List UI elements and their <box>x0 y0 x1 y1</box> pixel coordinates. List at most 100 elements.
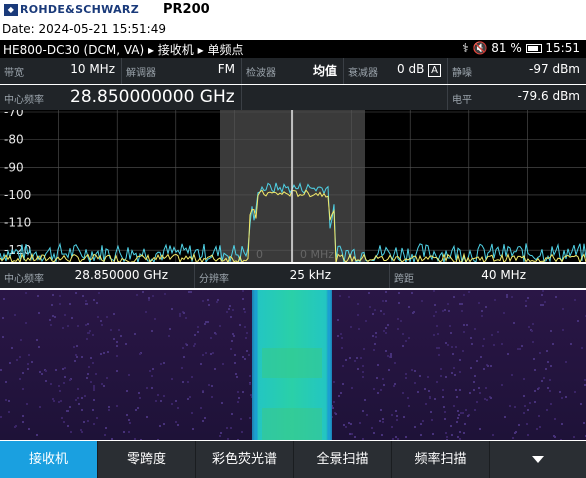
tab-receiver[interactable]: 接收机 <box>0 441 98 478</box>
waterfall-pixel <box>479 428 481 430</box>
waterfall-pixel <box>86 303 88 305</box>
waterfall-pixel <box>412 312 414 314</box>
center-freq-value: 28.850000000 GHz <box>70 87 235 107</box>
waterfall-pixel <box>101 324 103 326</box>
info-rbw-cell[interactable]: 分辨率 25 kHz <box>195 264 390 288</box>
waterfall-pixel <box>448 310 450 312</box>
waterfall-pixel <box>63 421 65 423</box>
waterfall-pixel <box>231 340 233 342</box>
more-button[interactable] <box>490 441 586 478</box>
info-center-cell[interactable]: 中心频率 28.850000 GHz <box>0 264 195 288</box>
breadcrumb[interactable]: HE800-DC30 (DCM, VA) ▸ 接收机 ▸ 单频点 <box>3 41 243 58</box>
waterfall-pixel <box>232 333 234 335</box>
waterfall-pixel <box>87 323 89 325</box>
waterfall-pixel <box>396 419 398 421</box>
waterfall-pixel <box>547 361 549 363</box>
waterfall-pixel <box>92 362 94 364</box>
waterfall-pixel <box>22 372 24 374</box>
waterfall-pixel <box>205 321 207 323</box>
waterfall-pixel <box>371 427 373 429</box>
center-freq-cell[interactable]: 中心频率 28.850000000 GHz <box>0 85 242 110</box>
waterfall-pixel <box>238 397 240 399</box>
info-span-cell[interactable]: 跨距 40 MHz <box>390 264 586 288</box>
waterfall-pixel <box>250 394 252 396</box>
waterfall-pixel <box>239 324 241 326</box>
waterfall-pixel <box>533 358 535 360</box>
waterfall-pixel <box>414 382 416 384</box>
spectrum-display[interactable]: -70 -80 -90 -100 -110 -120 0 MHz 0 <box>0 105 586 265</box>
waterfall-pixel <box>395 410 397 412</box>
atten-cell[interactable]: 衰减器 0 dB A <box>344 58 448 84</box>
waterfall-pixel <box>118 329 120 331</box>
waterfall-pixel <box>108 409 110 411</box>
waterfall-pixel <box>232 309 234 311</box>
waterfall-pixel <box>492 434 494 436</box>
waterfall-pixel <box>454 374 456 376</box>
waterfall-pixel <box>374 309 376 311</box>
tab-persistence[interactable]: 彩色荧光谱 <box>196 441 294 478</box>
waterfall-pixel <box>5 399 7 401</box>
waterfall-pixel <box>210 353 212 355</box>
detector-cell[interactable]: 检波器 均值 <box>242 58 344 84</box>
waterfall-pixel <box>246 332 248 334</box>
bandwidth-cell[interactable]: 带宽 10 MHz <box>0 58 122 84</box>
atten-label: 衰减器 <box>348 68 378 79</box>
squelch-cell[interactable]: 静噪 -97 dBm <box>448 58 586 84</box>
waterfall-pixel <box>60 400 62 402</box>
waterfall-pixel <box>430 411 432 413</box>
waterfall-pixel <box>411 369 413 371</box>
waterfall-pixel <box>385 332 387 334</box>
waterfall-pixel <box>443 406 445 408</box>
battery-icon <box>525 44 542 53</box>
waterfall-display[interactable] <box>0 290 586 441</box>
waterfall-pixel <box>565 396 567 398</box>
waterfall-pixel <box>450 332 452 334</box>
waterfall-pixel <box>219 325 221 327</box>
waterfall-pixel <box>194 334 196 336</box>
tab-zero-span[interactable]: 零跨度 <box>98 441 196 478</box>
waterfall-pixel <box>50 383 52 385</box>
waterfall-pixel <box>473 389 475 391</box>
demod-cell[interactable]: 解调器 FM <box>122 58 242 84</box>
waterfall-pixel <box>82 295 84 297</box>
waterfall-pixel <box>541 380 543 382</box>
tab-frequency-scan[interactable]: 频率扫描 <box>392 441 490 478</box>
waterfall-pixel <box>550 365 552 367</box>
waterfall-pixel <box>457 417 459 419</box>
waterfall-pixel <box>538 415 540 417</box>
waterfall-pixel <box>487 365 489 367</box>
waterfall-pixel <box>230 348 232 350</box>
waterfall-pixel <box>160 363 162 365</box>
waterfall-pixel <box>27 363 29 365</box>
waterfall-pixel <box>78 403 80 405</box>
waterfall-pixel <box>342 383 344 385</box>
waterfall-pixel <box>372 335 374 337</box>
waterfall-pixel <box>385 291 387 293</box>
waterfall-pixel <box>160 400 162 402</box>
center-marker-label: 0 MHz <box>300 248 334 261</box>
waterfall-pixel <box>151 330 153 332</box>
gps-icon: ⚕ <box>462 41 469 55</box>
waterfall-pixel <box>375 336 377 338</box>
waterfall-pixel <box>249 375 251 377</box>
waterfall-pixel <box>459 438 461 440</box>
waterfall-pixel <box>521 345 523 347</box>
waterfall-pixel <box>539 352 541 354</box>
waterfall-pixel <box>248 354 250 356</box>
waterfall-pixel <box>64 376 66 378</box>
waterfall-pixel <box>187 398 189 400</box>
waterfall-pixel <box>235 373 237 375</box>
waterfall-pixel <box>517 348 519 350</box>
tab-panorama-scan[interactable]: 全景扫描 <box>294 441 392 478</box>
waterfall-pixel <box>202 391 204 393</box>
waterfall-pixel <box>333 401 335 403</box>
waterfall-pixel <box>433 290 435 292</box>
waterfall-pixel <box>39 406 41 408</box>
waterfall-pixel <box>408 405 410 407</box>
waterfall-pixel <box>459 371 461 373</box>
waterfall-pixel <box>408 306 410 308</box>
waterfall-pixel <box>511 296 513 298</box>
param-row-2: 中心频率 28.850000000 GHz 电平 -79.6 dBm <box>0 85 586 110</box>
waterfall-pixel <box>519 348 521 350</box>
waterfall-pixel <box>467 415 469 417</box>
